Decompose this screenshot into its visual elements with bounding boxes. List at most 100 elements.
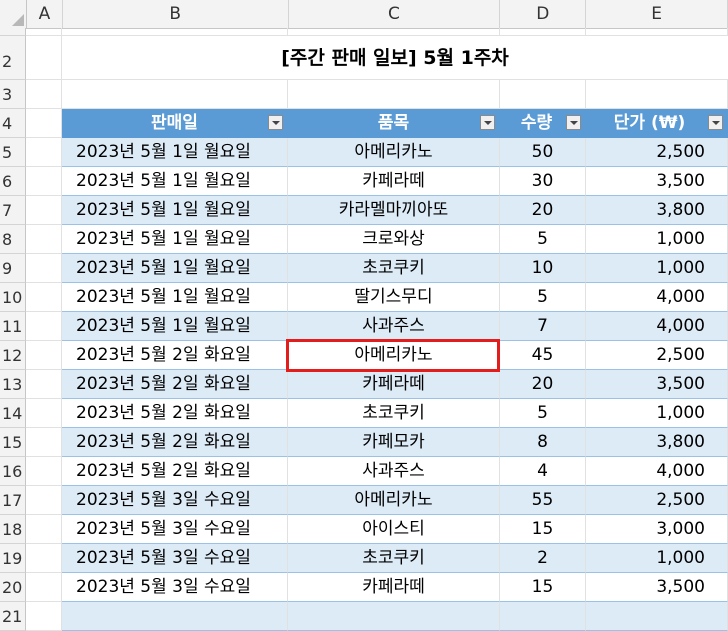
cell[interactable] [26,254,62,283]
date-cell[interactable]: 2023년 5월 1일 월요일 [62,167,288,196]
column-header-b[interactable]: B [63,0,289,28]
cell[interactable] [500,80,586,109]
column-header-e[interactable]: E [586,0,728,28]
item-cell[interactable]: 초코쿠키 [288,254,500,283]
date-cell[interactable]: 2023년 5월 2일 화요일 [62,457,288,486]
price-cell[interactable]: 2,500 [586,138,728,167]
row-header[interactable]: 21 [0,602,26,631]
cell[interactable] [62,80,288,109]
cell[interactable] [26,515,62,544]
price-cell[interactable]: 3,500 [586,370,728,399]
price-cell[interactable]: 4,000 [586,312,728,341]
row-header[interactable]: 20 [0,573,26,602]
cell[interactable] [26,312,62,341]
date-cell[interactable]: 2023년 5월 3일 수요일 [62,515,288,544]
qty-cell[interactable]: 15 [500,515,586,544]
price-cell[interactable]: 1,000 [586,225,728,254]
date-cell[interactable]: 2023년 5월 1일 월요일 [62,283,288,312]
column-header-c[interactable]: C [289,0,501,28]
cell[interactable] [26,573,62,602]
item-cell[interactable]: 아메리카노 [288,138,500,167]
cell[interactable] [26,457,62,486]
row-header[interactable]: 12 [0,341,26,370]
item-cell[interactable]: 초코쿠키 [288,544,500,573]
date-cell[interactable]: 2023년 5월 1일 월요일 [62,312,288,341]
date-cell[interactable] [62,602,288,631]
cell[interactable] [26,225,62,254]
date-cell[interactable]: 2023년 5월 1일 월요일 [62,254,288,283]
item-cell[interactable]: 아이스티 [288,515,500,544]
qty-cell[interactable]: 8 [500,428,586,457]
cell[interactable] [26,196,62,225]
date-cell[interactable]: 2023년 5월 1일 월요일 [62,196,288,225]
filter-dropdown-icon[interactable] [566,115,581,130]
row-header[interactable]: 3 [0,80,26,109]
row-header[interactable]: 7 [0,196,26,225]
qty-cell[interactable]: 15 [500,573,586,602]
row-header[interactable]: 17 [0,486,26,515]
price-cell[interactable]: 3,500 [586,167,728,196]
header-date[interactable]: 판매일 [62,109,288,138]
qty-cell[interactable]: 20 [500,370,586,399]
row-header[interactable]: 11 [0,312,26,341]
price-cell[interactable]: 1,000 [586,399,728,428]
item-cell[interactable]: 딸기스무디 [288,283,500,312]
price-cell[interactable]: 3,000 [586,515,728,544]
item-cell[interactable]: 카라멜마끼아또 [288,196,500,225]
cell[interactable] [586,28,728,36]
cell[interactable] [26,80,62,109]
cell[interactable] [26,109,62,138]
qty-cell[interactable] [500,602,586,631]
row-header[interactable]: 6 [0,167,26,196]
cell[interactable] [586,80,728,109]
cell[interactable] [500,28,586,36]
date-cell[interactable]: 2023년 5월 3일 수요일 [62,486,288,515]
qty-cell[interactable]: 5 [500,283,586,312]
item-cell[interactable] [288,602,500,631]
cell[interactable] [26,399,62,428]
qty-cell[interactable]: 50 [500,138,586,167]
item-cell[interactable]: 사과주스 [288,312,500,341]
cell[interactable] [26,167,62,196]
price-cell[interactable]: 1,000 [586,254,728,283]
item-cell[interactable]: 아메리카노 [288,486,500,515]
filter-dropdown-icon[interactable] [268,115,283,130]
date-cell[interactable]: 2023년 5월 2일 화요일 [62,341,288,370]
price-cell[interactable]: 1,000 [586,544,728,573]
date-cell[interactable]: 2023년 5월 3일 수요일 [62,573,288,602]
row-header[interactable]: 1 [0,28,26,36]
header-qty[interactable]: 수량 [500,109,586,138]
cell[interactable] [26,544,62,573]
qty-cell[interactable]: 5 [500,399,586,428]
qty-cell[interactable]: 7 [500,312,586,341]
row-header[interactable]: 5 [0,138,26,167]
cell[interactable] [26,602,62,631]
date-cell[interactable]: 2023년 5월 2일 화요일 [62,428,288,457]
qty-cell[interactable]: 20 [500,196,586,225]
row-header[interactable]: 16 [0,457,26,486]
row-header[interactable]: 2 [0,36,26,80]
report-title[interactable]: [주간 판매 일보] 5월 1주차 [62,36,728,80]
price-cell[interactable]: 3,800 [586,428,728,457]
price-cell[interactable]: 3,500 [586,573,728,602]
cell[interactable] [288,28,500,36]
item-cell[interactable]: 크로와상 [288,225,500,254]
row-header[interactable]: 4 [0,109,26,138]
select-all-corner[interactable] [0,0,27,28]
row-header[interactable]: 15 [0,428,26,457]
qty-cell[interactable]: 55 [500,486,586,515]
filter-dropdown-icon[interactable] [708,115,723,130]
row-header[interactable]: 13 [0,370,26,399]
item-cell[interactable]: 카페라떼 [288,167,500,196]
cell[interactable] [26,341,62,370]
item-cell[interactable]: 카페라떼 [288,573,500,602]
price-cell[interactable]: 3,800 [586,196,728,225]
row-header[interactable]: 14 [0,399,26,428]
header-price[interactable]: 단가 (₩) [586,109,728,138]
cell[interactable] [26,283,62,312]
row-header[interactable]: 10 [0,283,26,312]
qty-cell[interactable]: 45 [500,341,586,370]
item-cell[interactable]: 사과주스 [288,457,500,486]
row-header[interactable]: 8 [0,225,26,254]
cell[interactable] [26,36,62,80]
